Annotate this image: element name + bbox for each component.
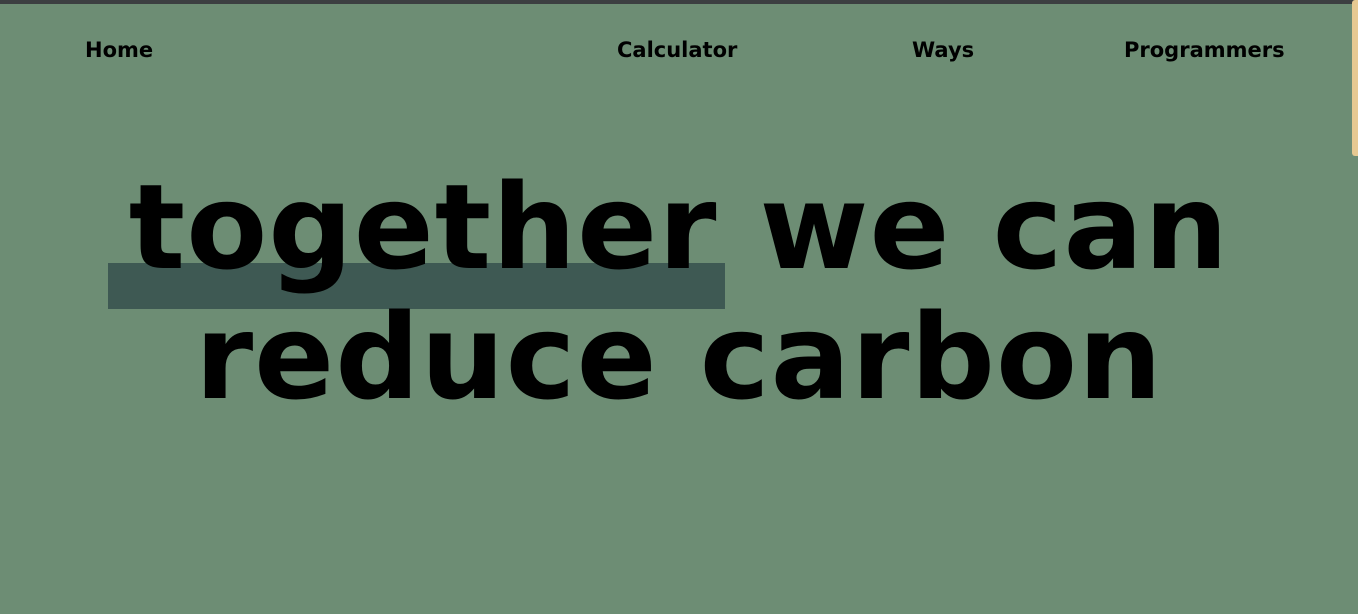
nav-link-calculator[interactable]: Calculator	[617, 36, 737, 64]
hero-words-we-can: we can	[717, 158, 1230, 296]
hero-word-together: together	[128, 158, 718, 296]
hero-headline-line-1: together we can	[0, 152, 1358, 302]
side-scroll-tab[interactable]	[1352, 0, 1358, 156]
nav-link-programmers[interactable]: Programmers	[1124, 36, 1285, 64]
window-top-border	[0, 0, 1358, 4]
nav-link-home[interactable]: Home	[85, 36, 153, 64]
hero-headline-line-2: reduce carbon	[194, 288, 1164, 426]
nav-link-ways[interactable]: Ways	[912, 36, 974, 64]
